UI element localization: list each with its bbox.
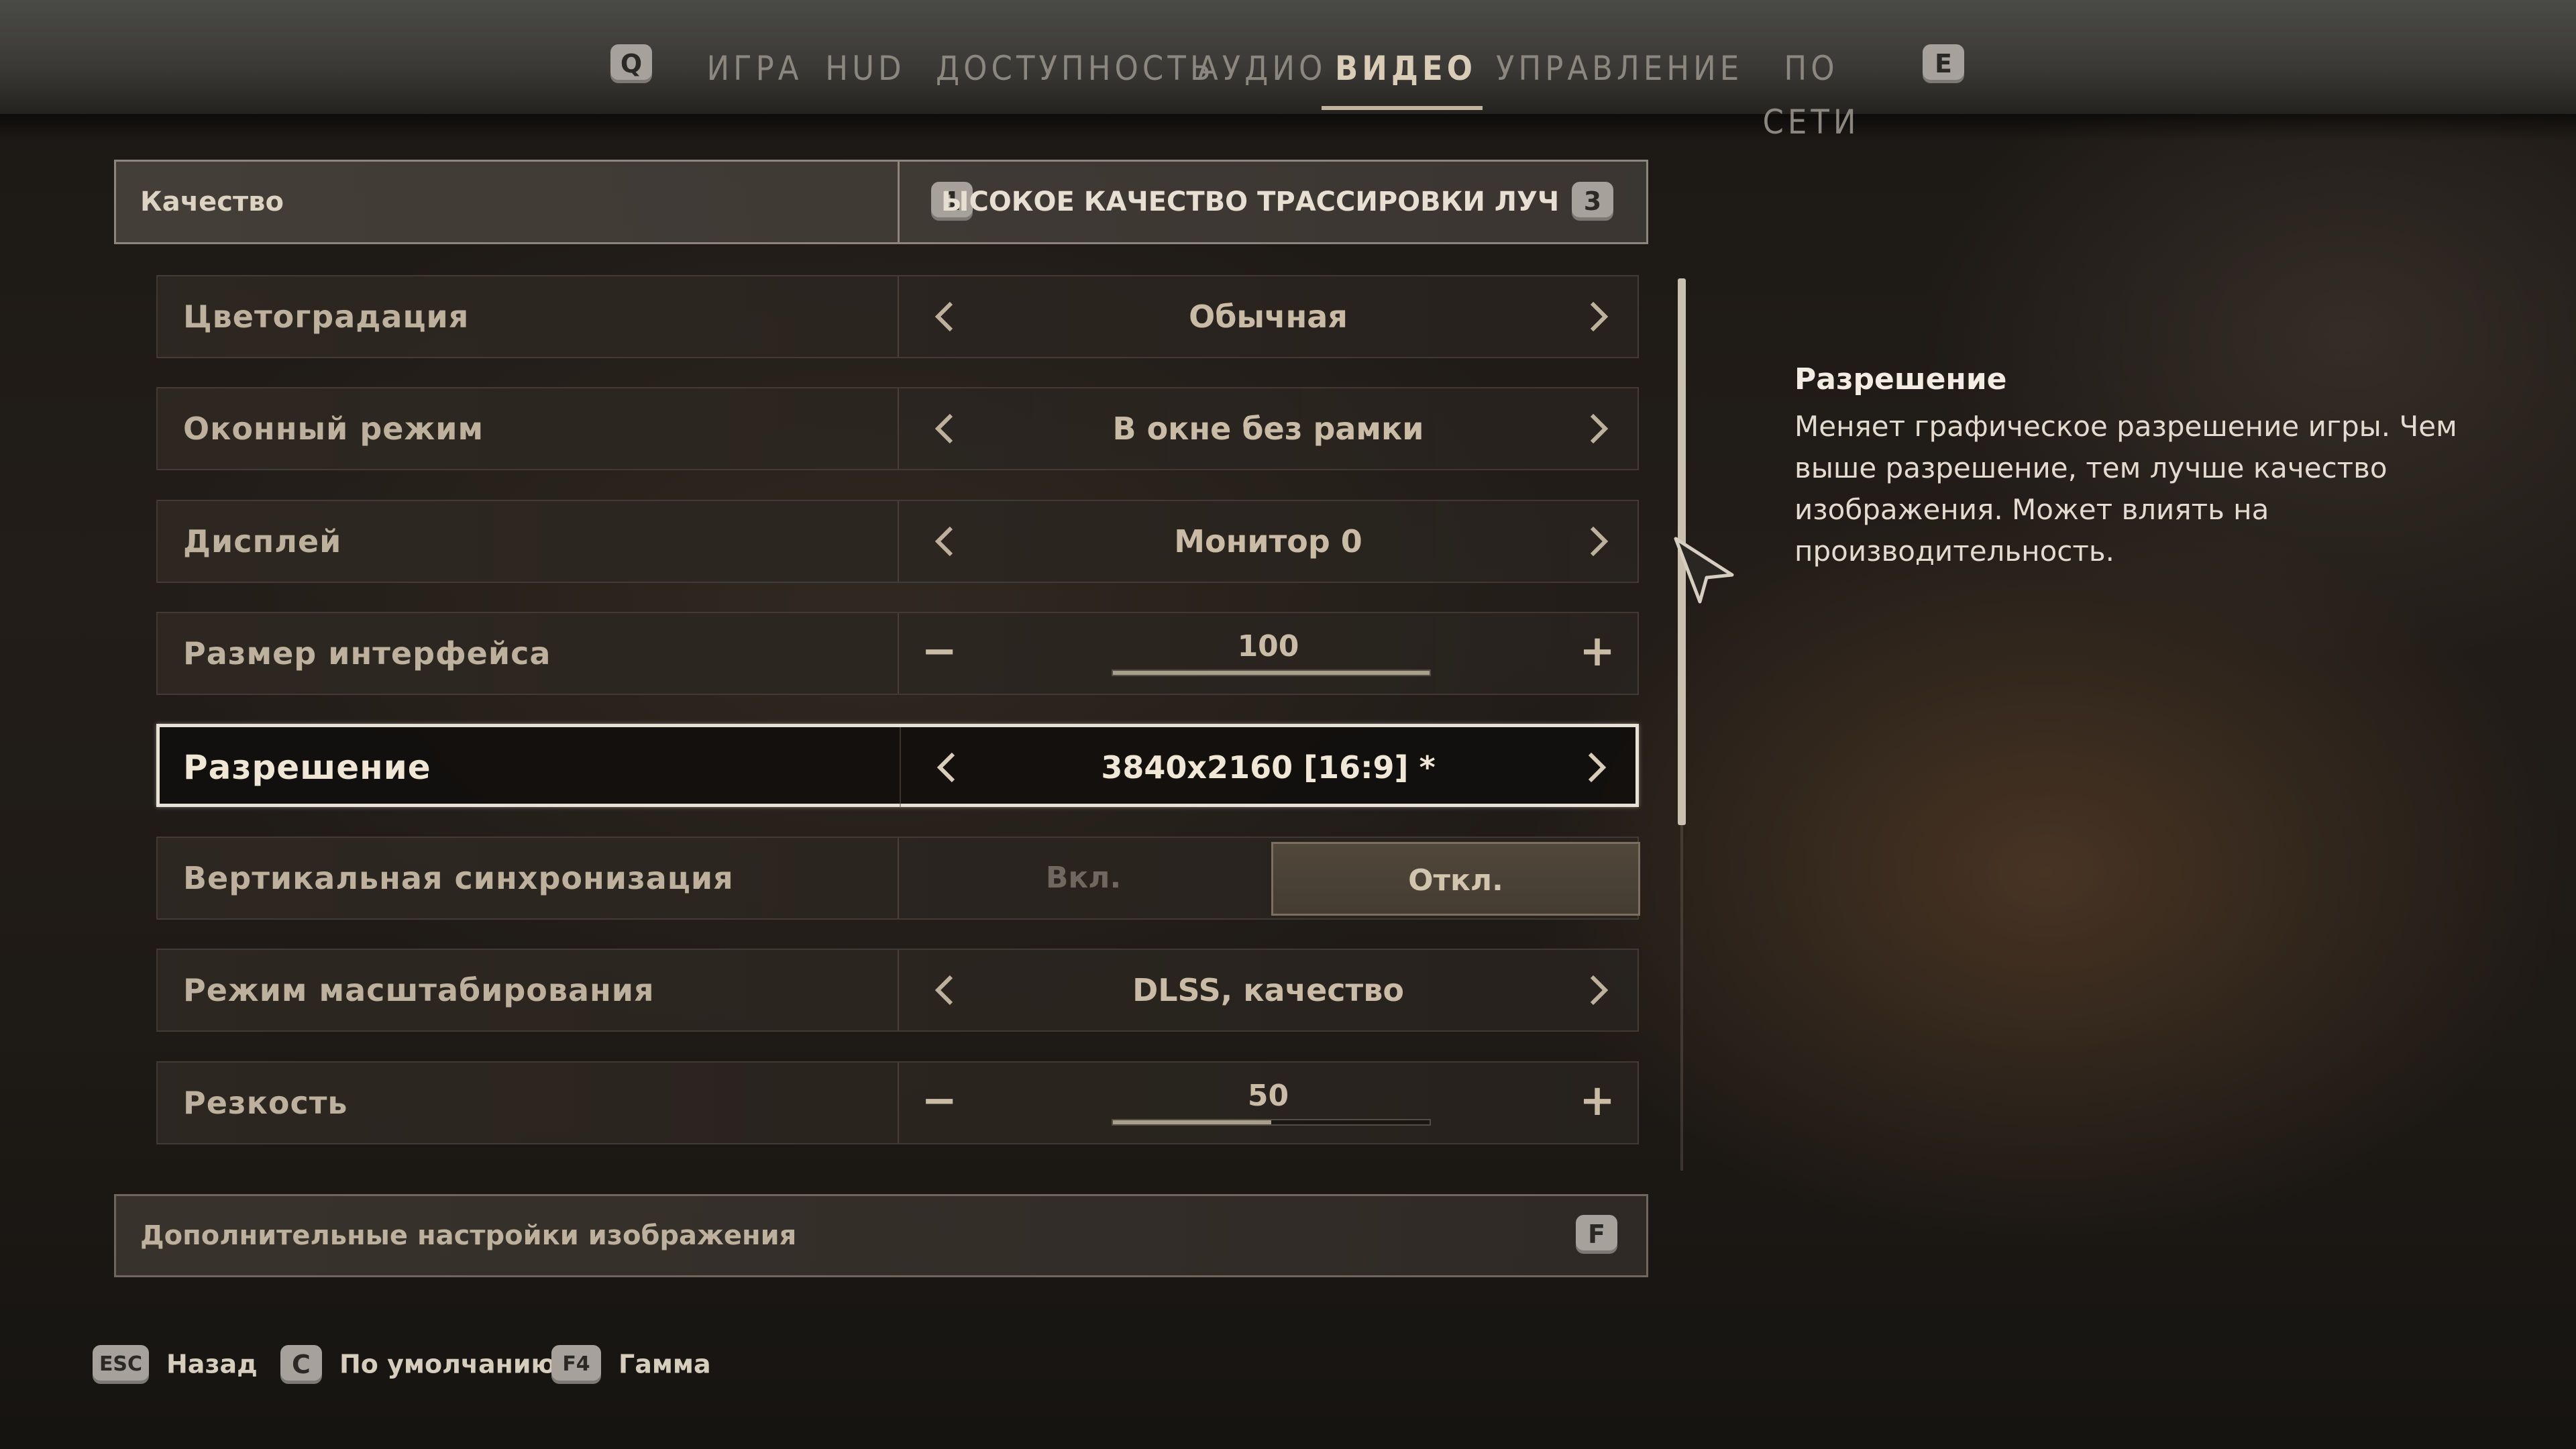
- setting-value: 3840x2160 [16:9] *: [1101, 749, 1436, 786]
- setting-row-display[interactable]: Дисплей Монитор 0: [156, 500, 1639, 583]
- setting-label: Вертикальная синхронизация: [183, 860, 734, 896]
- setting-label: Цветоградация: [183, 299, 470, 335]
- hint-label: Гамма: [619, 1349, 711, 1379]
- topbar-shadow: [0, 114, 2576, 141]
- plus-icon[interactable]: +: [1574, 628, 1621, 675]
- f4-key: F4: [551, 1344, 601, 1384]
- ui-size-slider[interactable]: [1112, 669, 1431, 676]
- description-title: Разрешение: [1794, 362, 2007, 396]
- hint-label: Назад: [166, 1349, 258, 1379]
- mouse-cursor-icon: [1670, 533, 1737, 607]
- c-key: C: [280, 1344, 322, 1384]
- plus-icon[interactable]: +: [1574, 1077, 1621, 1124]
- chevron-right-icon[interactable]: [1577, 521, 1617, 561]
- setting-label: Разрешение: [183, 748, 431, 787]
- quality-next-key[interactable]: 3: [1572, 182, 1613, 221]
- row-divider: [898, 162, 900, 242]
- setting-row-window-mode[interactable]: Оконный режим В окне без рамки: [156, 387, 1639, 470]
- quality-value-text: ЫСОКОЕ КАЧЕСТВО ТРАССИРОВКИ ЛУЧЕЙ: [941, 186, 1558, 217]
- setting-row-color-grading[interactable]: Цветоградация Обычная: [156, 275, 1639, 358]
- description-body: Меняет графическое разрешение игры. Чем …: [1794, 410, 2457, 568]
- back-hint[interactable]: ESC Назад: [93, 1342, 258, 1384]
- quality-preset-row[interactable]: Качество 1 ЫСОКОЕ КАЧЕСТВО ТРАССИРОВКИ Л…: [114, 160, 1648, 244]
- quality-value: ЫСОКОЕ КАЧЕСТВО ТРАССИРОВКИ ЛУЧЕЙ: [941, 162, 1558, 242]
- setting-row-vsync[interactable]: Вертикальная синхронизация Вкл. Откл.: [156, 837, 1640, 920]
- gamma-hint[interactable]: F4 Гамма: [551, 1342, 711, 1384]
- advanced-image-settings-button[interactable]: Дополнительные настройки изображения F: [114, 1194, 1648, 1277]
- slider-fill: [1113, 1120, 1271, 1124]
- chevron-right-icon[interactable]: [1575, 747, 1615, 788]
- tab-strip: Q ИГРА HUD ДОСТУПНОСТЬ АУДИО ВИДЕО УПРАВ…: [0, 0, 2576, 142]
- quality-label: Качество: [140, 186, 284, 217]
- slider-fill: [1113, 671, 1430, 675]
- chevron-right-icon[interactable]: [1577, 297, 1617, 337]
- setting-value: В окне без рамки: [1112, 411, 1424, 447]
- setting-value: DLSS, качество: [1132, 972, 1404, 1008]
- sharpness-slider[interactable]: [1112, 1119, 1431, 1126]
- prev-tab-key[interactable]: Q: [610, 44, 652, 83]
- setting-row-resolution[interactable]: Разрешение 3840x2160 [16:9] *: [156, 724, 1639, 808]
- vsync-off-option[interactable]: Откл.: [1271, 842, 1640, 916]
- setting-label: Размер интерфейса: [183, 635, 551, 672]
- tab-audio[interactable]: АУДИО: [1197, 42, 1322, 95]
- tab-online[interactable]: ПО СЕТИ: [1741, 42, 1882, 142]
- setting-row-ui-size[interactable]: Размер интерфейса − 100 +: [156, 612, 1639, 695]
- defaults-hint[interactable]: C По умолчанию: [280, 1342, 556, 1384]
- vsync-on-option[interactable]: Вкл.: [899, 838, 1268, 918]
- hint-label: По умолчанию: [339, 1349, 556, 1379]
- tab-game[interactable]: ИГРА: [701, 42, 808, 95]
- tab-accessibility[interactable]: ДОСТУПНОСТЬ: [936, 42, 1211, 95]
- next-tab-key[interactable]: E: [1923, 44, 1964, 83]
- setting-value: Обычная: [1189, 299, 1348, 335]
- setting-label: Дисплей: [183, 523, 342, 559]
- setting-row-scaling-mode[interactable]: Режим масштабирования DLSS, качество: [156, 949, 1639, 1032]
- setting-row-sharpness[interactable]: Резкость − 50 +: [156, 1061, 1639, 1144]
- setting-label: Режим масштабирования: [183, 972, 655, 1008]
- esc-key: ESC: [93, 1344, 149, 1384]
- advanced-settings-key[interactable]: F: [1576, 1215, 1617, 1254]
- setting-label: Оконный режим: [183, 411, 484, 447]
- setting-value: Монитор 0: [1174, 523, 1362, 559]
- tab-video[interactable]: ВИДЕО: [1335, 42, 1472, 95]
- advanced-settings-label: Дополнительные настройки изображения: [140, 1220, 797, 1251]
- active-tab-underline: [1322, 106, 1483, 110]
- chevron-right-icon[interactable]: [1577, 409, 1617, 449]
- chevron-right-icon[interactable]: [1577, 970, 1617, 1010]
- setting-label: Резкость: [183, 1085, 348, 1121]
- tab-controls[interactable]: УПРАВЛЕНИЕ: [1496, 42, 1739, 95]
- tab-hud[interactable]: HUD: [825, 42, 906, 95]
